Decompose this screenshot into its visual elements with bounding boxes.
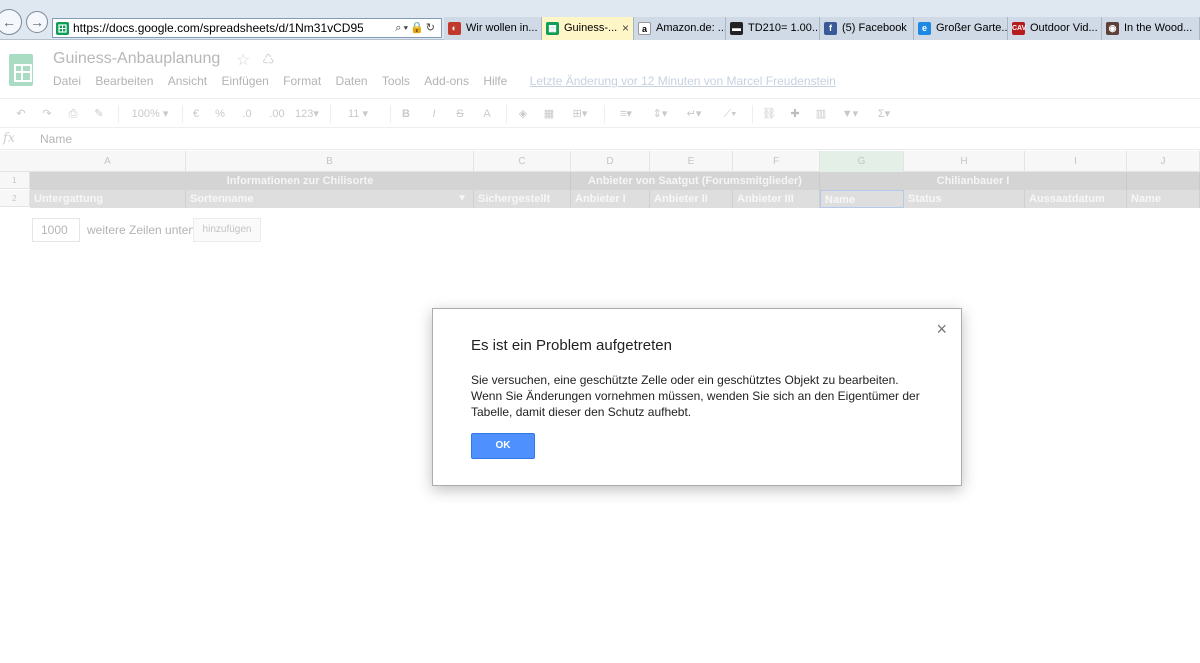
dialog-title: Es ist ein Problem aufgetreten xyxy=(471,337,672,354)
error-dialog: × Es ist ein Problem aufgetreten Sie ver… xyxy=(432,308,962,486)
dialog-message: Sie versuchen, eine geschützte Zelle ode… xyxy=(471,373,920,419)
ok-button[interactable]: OK xyxy=(471,433,535,459)
close-icon[interactable]: × xyxy=(936,319,947,340)
